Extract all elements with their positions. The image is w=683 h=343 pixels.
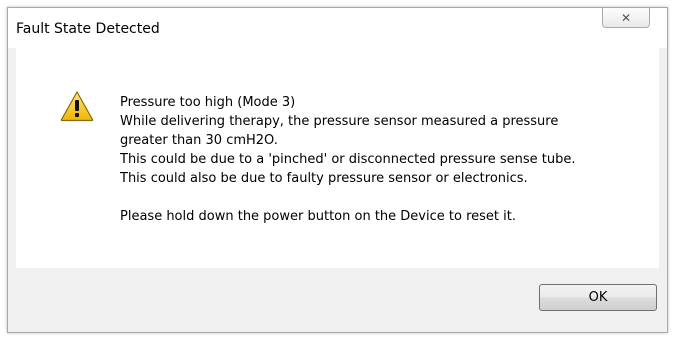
ok-button[interactable]: OK [539,284,657,311]
dialog-title: Fault State Detected [16,21,160,37]
close-icon: ✕ [620,10,632,25]
message-line-title: Pressure too high (Mode 3) [120,95,296,110]
warning-triangle-icon [60,91,94,122]
message-line: This could also be due to faulty pressur… [120,171,528,186]
close-button[interactable]: ✕ [602,8,650,28]
button-area: OK [16,268,659,326]
message-text: Pressure too high (Mode 3) While deliver… [120,93,576,226]
message-line: This could be due to a 'pinched' or disc… [120,152,576,167]
reset-instruction: Please hold down the power button on the… [120,209,516,224]
fault-dialog: Fault State Detected ✕ Pressure too high… [7,7,668,333]
title-bar: Fault State Detected ✕ [8,8,667,48]
message-line: While delivering therapy, the pressure s… [120,114,559,129]
message-line: greater than 30 cmH2O. [120,133,278,148]
message-area: Pressure too high (Mode 3) While deliver… [16,48,659,268]
